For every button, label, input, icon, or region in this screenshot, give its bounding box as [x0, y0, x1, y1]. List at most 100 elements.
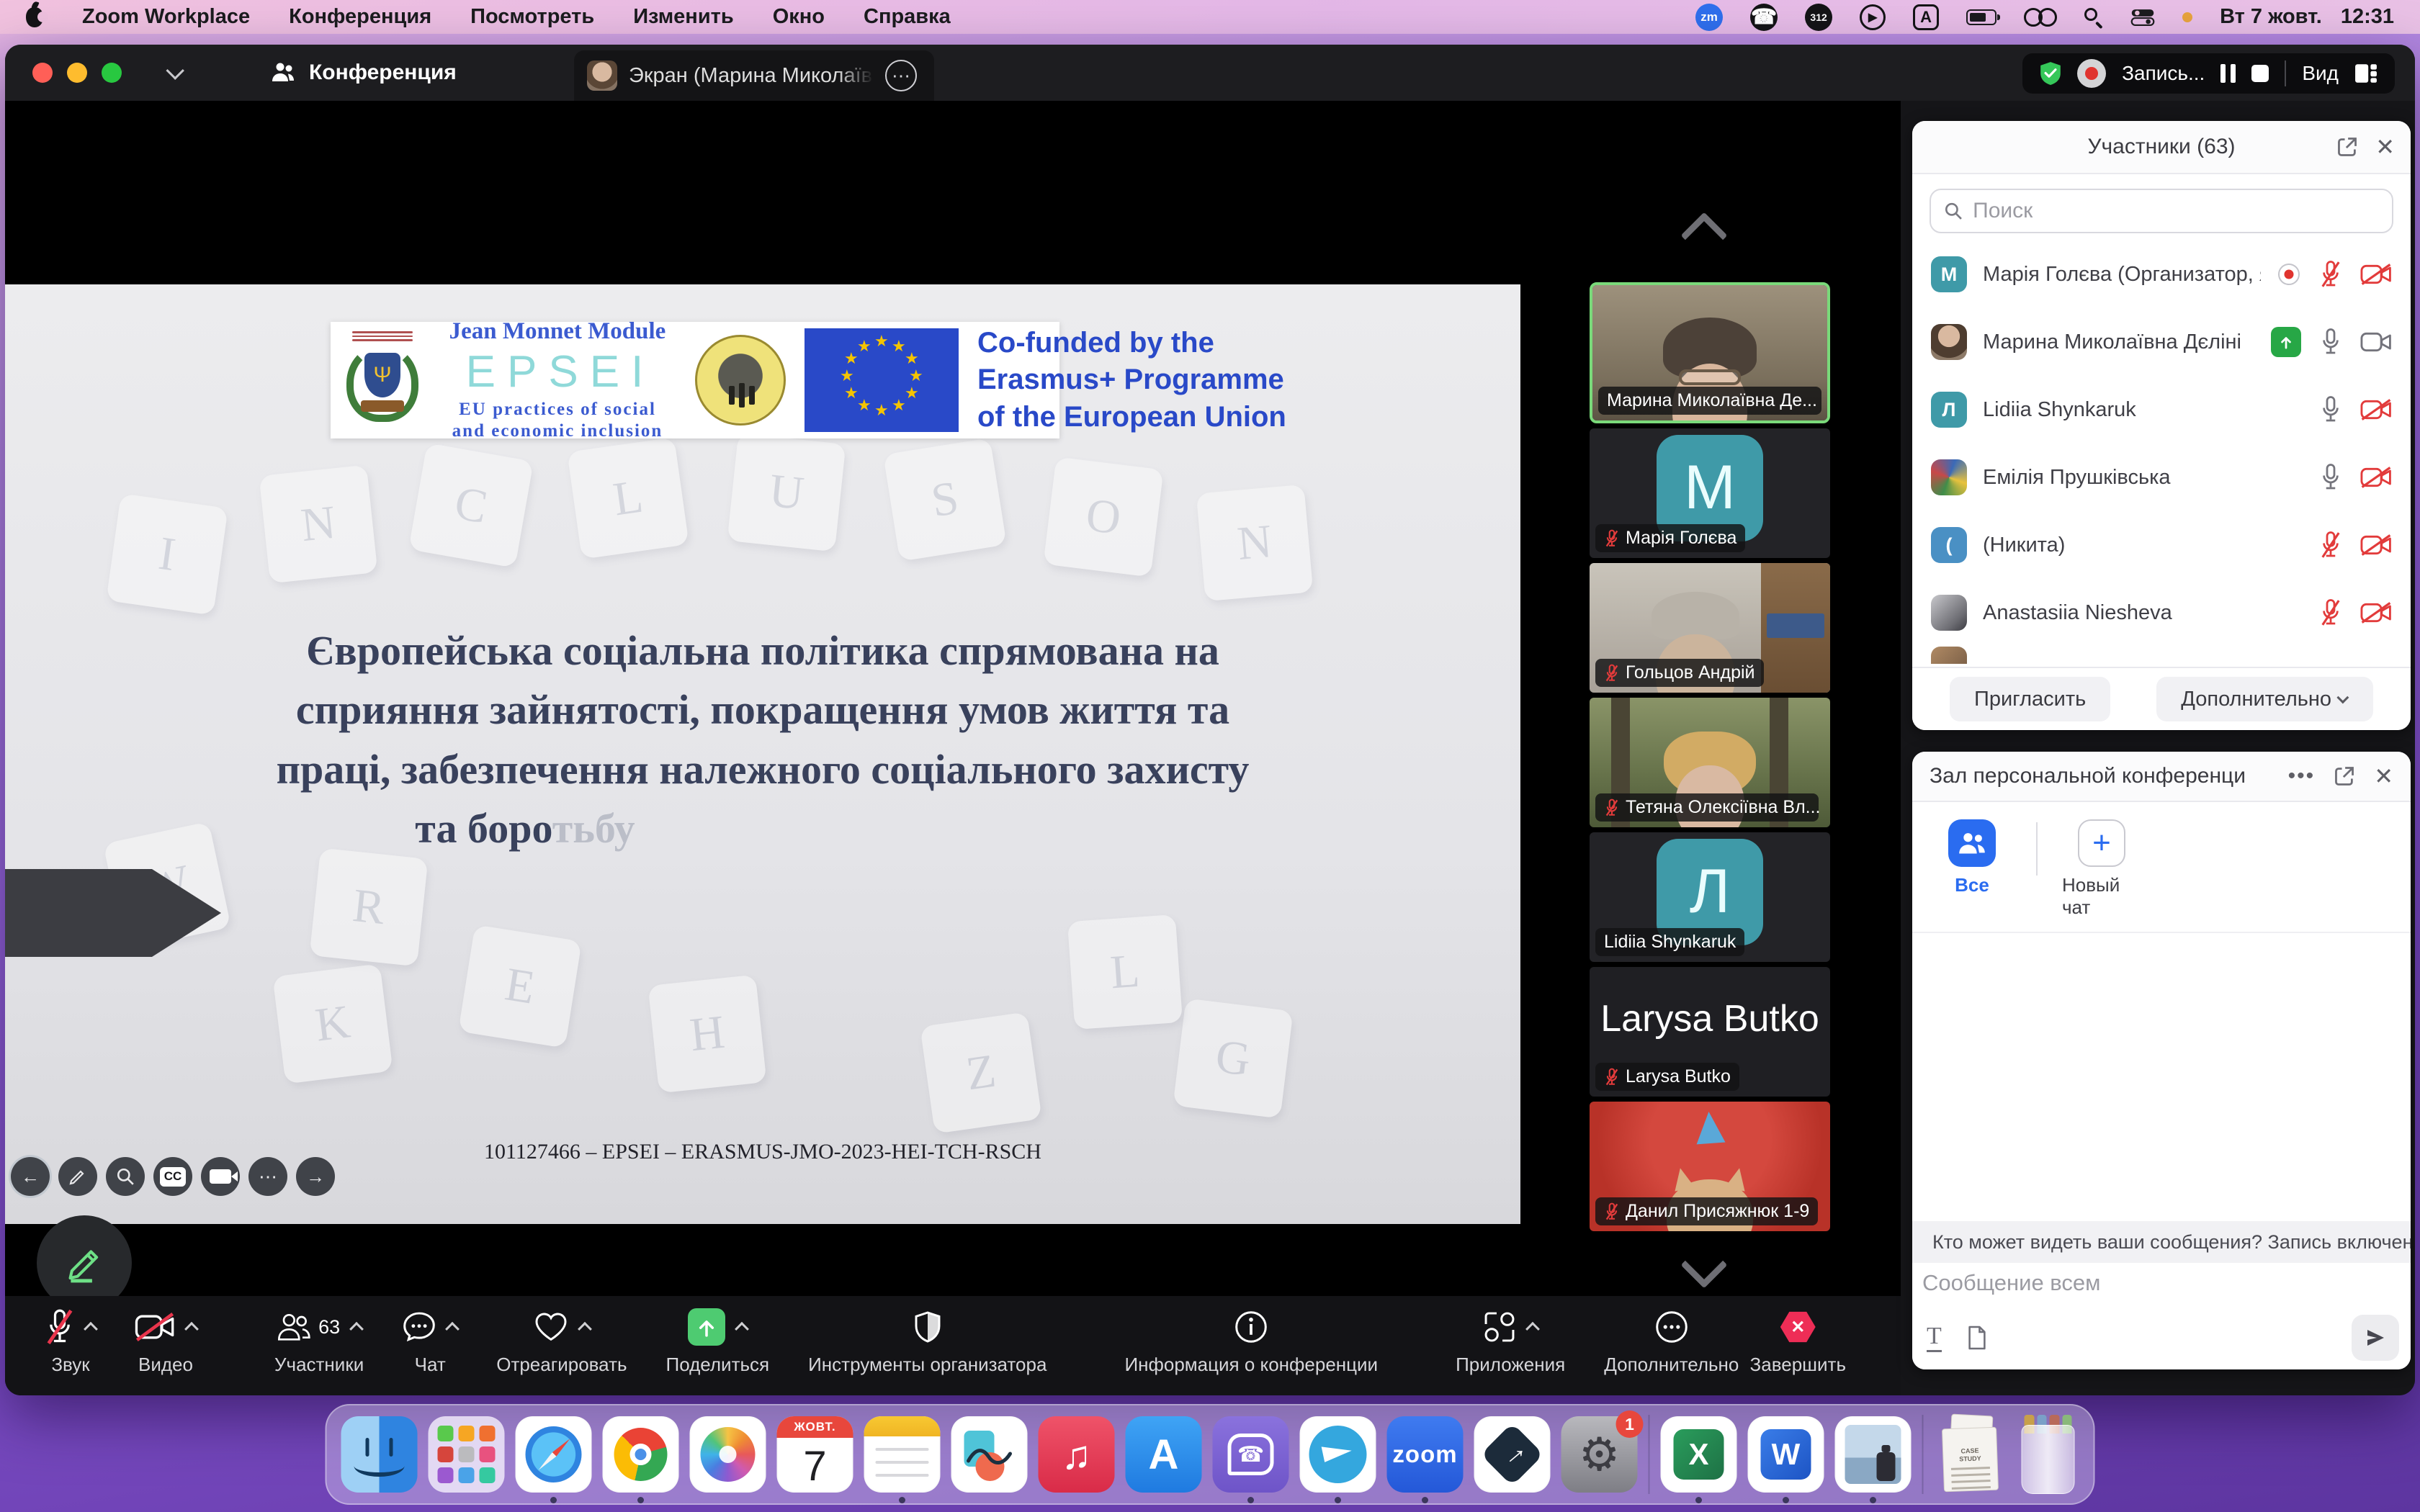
previous-slide-button[interactable]: ← — [11, 1157, 50, 1196]
participant-row[interactable]: Марина Миколаївна Дєліні — [1912, 308, 2411, 376]
dock-telegram-icon[interactable] — [1300, 1416, 1376, 1493]
search-input[interactable] — [1973, 199, 2379, 223]
menu-date[interactable]: Вт 7 жовт. — [2220, 5, 2322, 29]
dock-calendar-icon[interactable]: ЖОВТ. 7 — [777, 1416, 853, 1493]
new-chat-button[interactable]: + Новый чат — [2062, 819, 2141, 919]
camera-tool-button[interactable] — [201, 1157, 240, 1196]
apps-button[interactable]: Приложения — [1456, 1306, 1565, 1376]
menu-edit[interactable]: Изменить — [633, 5, 734, 29]
telegram-status-icon[interactable]: 312 — [1805, 4, 1832, 31]
invite-button[interactable]: Пригласить — [1950, 677, 2110, 721]
menu-conference[interactable]: Конференция — [289, 5, 431, 29]
tab-more-icon[interactable]: ⋯ — [885, 60, 917, 91]
dock-downloads-document-icon[interactable]: CASE STUDY — [1935, 1415, 2007, 1494]
participant-row[interactable]: ( (Никита) — [1912, 511, 2411, 579]
battery-icon[interactable] — [1966, 9, 1996, 25]
dock-excel-icon[interactable]: X — [1661, 1416, 1737, 1493]
chat-privacy-notice[interactable]: Кто может видеть ваши сообщения? Запись … — [1912, 1221, 2411, 1263]
zoom-status-icon[interactable]: zm — [1695, 4, 1723, 31]
close-chat-icon[interactable]: ✕ — [2374, 765, 2393, 788]
participants-button[interactable]: 63 Участники — [274, 1306, 364, 1376]
close-participants-icon[interactable]: ✕ — [2375, 135, 2395, 158]
share-screen-button[interactable]: Поделиться — [666, 1306, 770, 1376]
share-options-chevron[interactable] — [735, 1322, 749, 1336]
tab-screen-share[interactable]: Экран (Марина Миколаївна... ⋯ — [574, 50, 934, 101]
video-tile-name-only[interactable]: Larysa Butko Larysa Butko — [1590, 967, 1830, 1097]
menu-time[interactable]: 12:31 — [2341, 5, 2394, 29]
video-options-chevron[interactable] — [184, 1322, 199, 1336]
more-button[interactable]: Дополнительно — [1604, 1306, 1739, 1376]
menu-view[interactable]: Посмотреть — [470, 5, 594, 29]
react-options-chevron[interactable] — [578, 1322, 592, 1336]
audio-options-chevron[interactable] — [84, 1322, 98, 1336]
minimize-window-button[interactable] — [67, 63, 87, 83]
dock-trash-icon[interactable] — [2017, 1415, 2079, 1494]
chat-button[interactable]: Чат — [403, 1306, 457, 1376]
video-button[interactable]: Видео — [135, 1306, 197, 1376]
dock-music-icon[interactable]: ♫ — [1039, 1416, 1115, 1493]
close-window-button[interactable] — [32, 63, 53, 83]
react-button[interactable]: Отреагировать — [496, 1306, 627, 1376]
audio-button[interactable]: Звук — [45, 1306, 96, 1376]
participant-row[interactable]: Л Lidiia Shynkaruk — [1912, 376, 2411, 444]
menu-help[interactable]: Справка — [864, 5, 951, 29]
participant-row[interactable]: М Марія Голєва (Организатор, я) — [1912, 240, 2411, 308]
dock-zoom-icon[interactable]: zoom — [1387, 1416, 1464, 1493]
participants-more-button[interactable]: Дополнительно — [2156, 677, 2373, 721]
popout-icon[interactable] — [2336, 136, 2358, 158]
dock-chrome-icon[interactable] — [603, 1416, 679, 1493]
pen-tool-button[interactable] — [58, 1157, 97, 1196]
dock-safari-icon[interactable] — [516, 1416, 592, 1493]
view-layout-icon[interactable] — [2354, 63, 2378, 84]
participant-row[interactable]: Емілія Прушківська — [1912, 444, 2411, 511]
dock-freeform-icon[interactable] — [951, 1416, 1028, 1493]
chat-message-input[interactable] — [1922, 1270, 2401, 1296]
filmstrip-expand-chevron[interactable] — [1675, 1259, 1731, 1287]
menu-window[interactable]: Окно — [773, 5, 825, 29]
participants-search[interactable] — [1930, 189, 2393, 233]
video-tile-cat[interactable]: Данил Присяжнюк 1-9 — [1590, 1102, 1830, 1231]
send-message-button[interactable] — [2352, 1315, 2399, 1361]
video-tile-avatar[interactable]: Л Lidiia Shynkaruk — [1590, 832, 1830, 962]
end-meeting-button[interactable]: ✕ Завершить — [1750, 1306, 1846, 1376]
dock-notes-icon[interactable] — [864, 1416, 941, 1493]
spotlight-icon[interactable] — [2084, 8, 2103, 27]
chat-tab-everyone[interactable]: Все — [1932, 819, 2012, 896]
keyboard-layout-icon[interactable]: A — [1913, 4, 1939, 30]
now-playing-icon[interactable]: ▶ — [1860, 4, 1886, 30]
participant-row[interactable]: Anastasiia Niesheva — [1912, 579, 2411, 647]
captions-button[interactable]: CC — [153, 1157, 192, 1196]
magnifier-button[interactable] — [106, 1157, 145, 1196]
dock-word-icon[interactable]: W — [1748, 1416, 1824, 1493]
dock-viber-icon[interactable]: ☎ — [1213, 1416, 1289, 1493]
viber-status-icon[interactable]: ☎ — [1750, 4, 1778, 31]
filmstrip-collapse-chevron[interactable] — [1675, 215, 1731, 243]
meeting-info-button[interactable]: Информация о конференции — [1124, 1306, 1378, 1376]
shortcuts-icon[interactable] — [2024, 8, 2057, 27]
apple-menu-icon[interactable] — [26, 7, 43, 27]
chat-more-icon[interactable]: ••• — [2288, 764, 2316, 788]
stop-recording-button[interactable] — [2251, 65, 2269, 82]
dock-preview-icon[interactable] — [1835, 1416, 1912, 1493]
dock-launchpad-icon[interactable] — [429, 1416, 505, 1493]
host-tools-button[interactable]: Инструменты организатора — [808, 1306, 1047, 1376]
next-slide-button[interactable]: → — [296, 1157, 335, 1196]
view-button[interactable]: Вид — [2302, 62, 2339, 85]
dock-finder-icon[interactable] — [341, 1416, 418, 1493]
slideshow-more-button[interactable]: ⋯ — [248, 1157, 287, 1196]
dock-appstore-icon[interactable]: A — [1126, 1416, 1202, 1493]
annotate-button[interactable] — [37, 1215, 132, 1296]
dock-photos-icon[interactable] — [690, 1416, 766, 1493]
menu-app-name[interactable]: Zoom Workplace — [82, 5, 250, 29]
participants-options-chevron[interactable] — [349, 1322, 364, 1336]
chat-options-chevron[interactable] — [445, 1322, 460, 1336]
tab-conference[interactable]: Конференция — [270, 60, 457, 85]
control-center-icon[interactable] — [2130, 9, 2155, 26]
popout-icon[interactable] — [2334, 765, 2355, 787]
security-shield-icon[interactable] — [2040, 61, 2061, 86]
video-tile-avatar[interactable]: M Марія Голєва — [1590, 428, 1830, 558]
video-tile-active-speaker[interactable]: Марина Миколаївна Де... — [1590, 282, 1830, 423]
dock-settings-icon[interactable]: ⚙1 — [1561, 1416, 1638, 1493]
zoom-window-button[interactable] — [102, 63, 122, 83]
video-tile[interactable]: Тетяна Олексіївна Вл... — [1590, 698, 1830, 827]
